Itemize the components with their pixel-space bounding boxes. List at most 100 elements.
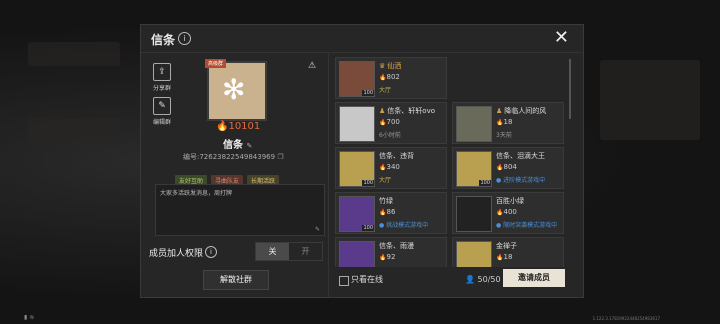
member-name-text: 信条、泪滴大王: [496, 152, 545, 160]
member-name-text: 信条、雨漫: [379, 242, 414, 250]
role-icon: ♟: [496, 107, 503, 115]
member-heat-value: 804: [503, 163, 517, 171]
member-list[interactable]: 100 ♛ 仙洒 🔥802 大厅 ♟ 信条、轩轩ovo 🔥700 6小时前 ♟ 降临人间的风 🔥18 3…: [335, 57, 567, 267]
edit-group-button[interactable]: ✎ 编辑群: [149, 97, 175, 126]
member-card[interactable]: ♟ 信条、轩轩ovo 🔥700 6小时前: [335, 102, 447, 144]
heat-number: 10101: [228, 121, 261, 132]
member-card[interactable]: 100 信条、违背 🔥340 大厅: [335, 147, 447, 189]
role-icon: ♟: [379, 107, 386, 115]
share-icon: ⇪: [153, 63, 171, 81]
online-only-label: 只看在线: [351, 275, 383, 284]
member-heat-value: 802: [386, 73, 400, 81]
member-status: 大厅: [379, 87, 392, 94]
member-heat-value: 18: [503, 118, 513, 126]
share-label: 分享群: [152, 85, 171, 92]
member-heat: 🔥18: [496, 253, 512, 261]
member-avatar: 100: [456, 151, 492, 187]
group-name-text: 信条: [223, 140, 243, 151]
member-heat-value: 18: [503, 253, 513, 261]
share-group-button[interactable]: ⇪ 分享群: [149, 63, 175, 92]
member-status: 大厅: [379, 177, 392, 184]
group-dialog: 信条 i ✕ ⇪ 分享群 ✎ 编辑群 ✻ 高级群 ⚠ 🔥10101 信条 ✎ 编…: [140, 24, 584, 298]
member-heat-value: 700: [386, 118, 400, 126]
member-heat-value: 400: [503, 208, 517, 216]
level-badge: 高级群: [205, 59, 227, 68]
divider: [141, 52, 583, 53]
edit-notice-icon[interactable]: ✎: [315, 226, 320, 233]
member-heat: 🔥18: [496, 118, 512, 126]
member-heat-value: 92: [386, 253, 396, 261]
member-name: 竹绿: [379, 196, 393, 206]
invite-members-button[interactable]: 邀请成员: [503, 269, 565, 287]
group-avatar[interactable]: ✻: [207, 61, 267, 121]
edit-label: 编辑群: [152, 119, 171, 126]
member-heat: 🔥804: [496, 163, 517, 171]
edit-name-icon[interactable]: ✎: [246, 142, 252, 150]
group-name: 信条 ✎: [223, 136, 252, 151]
member-name-text: 信条、违背: [379, 152, 414, 160]
warning-icon[interactable]: ⚠: [308, 61, 318, 71]
member-name-text: 竹绿: [379, 197, 393, 205]
close-icon[interactable]: ✕: [554, 28, 569, 48]
heat-value: 🔥10101: [216, 121, 261, 132]
member-name: 信条、泪滴大王: [496, 151, 545, 161]
member-name: 金禅子: [496, 241, 517, 251]
copy-icon[interactable]: ❐: [277, 153, 283, 161]
permission-label: 成员加人权限: [149, 249, 204, 259]
member-name: 百胜小绿: [496, 196, 524, 206]
member-name: 信条、雨漫: [379, 241, 414, 251]
online-only-checkbox[interactable]: [339, 276, 349, 286]
status-bar: ▮ ≋: [24, 314, 35, 321]
member-card[interactable]: 100 信条、泪滴大王 🔥804 ● 进阶模式游戏中: [452, 147, 564, 189]
member-avatar: 100: [339, 196, 375, 232]
member-card[interactable]: 100 竹绿 🔥86 ● 挑战模式游戏中: [335, 192, 447, 234]
group-id: 编号:72623822549843969 ❐: [183, 152, 284, 162]
member-status: 3天前: [496, 132, 512, 139]
member-card[interactable]: ♟ 降临人间的风 🔥18 3天前: [452, 102, 564, 144]
member-name-text: 仙洒: [387, 62, 402, 70]
member-avatar: [339, 106, 375, 142]
member-name-text: 百胜小绿: [496, 197, 524, 205]
member-status: ● 限时突袭模式游戏中: [496, 222, 558, 229]
toggle-on[interactable]: 开: [289, 243, 322, 260]
member-name: ♛ 仙洒: [379, 61, 401, 71]
member-avatar: [456, 196, 492, 232]
toggle-off[interactable]: 关: [256, 243, 289, 260]
member-status: 6小时前: [379, 132, 401, 139]
role-icon: ♛: [379, 62, 386, 70]
member-name-text: 降临人间的风: [504, 107, 547, 115]
member-avatar: 100: [339, 151, 375, 187]
member-card[interactable]: 金禅子 🔥18: [452, 237, 564, 267]
vertical-divider: [328, 53, 329, 297]
notice-text: 大家多活跃发消息，周打牌: [160, 190, 233, 197]
level-badge: 100: [362, 90, 374, 96]
scrollbar[interactable]: [569, 59, 571, 119]
info-icon[interactable]: i: [178, 32, 191, 45]
level-badge: 100: [362, 180, 374, 186]
dialog-title: 信条: [151, 33, 176, 47]
member-heat: 🔥92: [379, 253, 395, 261]
bg-menu-item: [28, 42, 120, 66]
member-name: ♟ 降临人间的风: [496, 106, 546, 116]
member-heat: 🔥400: [496, 208, 517, 216]
member-name-text: 金禅子: [496, 242, 517, 250]
member-heat: 🔥340: [379, 163, 400, 171]
version-text: 1.122.3.17819922448254983617: [592, 316, 660, 321]
disband-button[interactable]: 解散社群: [203, 270, 269, 290]
member-card[interactable]: 百胜小绿 🔥400 ● 限时突袭模式游戏中: [452, 192, 564, 234]
member-name: ♟ 信条、轩轩ovo: [379, 106, 435, 116]
permission-info-icon[interactable]: i: [205, 246, 217, 258]
bg-panel: [600, 60, 700, 140]
member-status: ● 进阶模式游戏中: [496, 177, 546, 184]
member-heat: 🔥802: [379, 73, 400, 81]
member-card[interactable]: 100 ♛ 仙洒 🔥802 大厅: [335, 57, 447, 99]
level-badge: 100: [479, 180, 491, 186]
bg-menu-item: [28, 118, 120, 142]
member-heat-value: 86: [386, 208, 396, 216]
permission-toggle[interactable]: 关 开: [255, 242, 323, 261]
member-card[interactable]: 信条、雨漫 🔥92: [335, 237, 447, 267]
member-avatar: [456, 106, 492, 142]
group-id-text: 编号:72623822549843969: [183, 153, 276, 161]
group-notice[interactable]: 大家多活跃发消息，周打牌 ✎: [155, 184, 325, 236]
level-badge: 100: [362, 225, 374, 231]
